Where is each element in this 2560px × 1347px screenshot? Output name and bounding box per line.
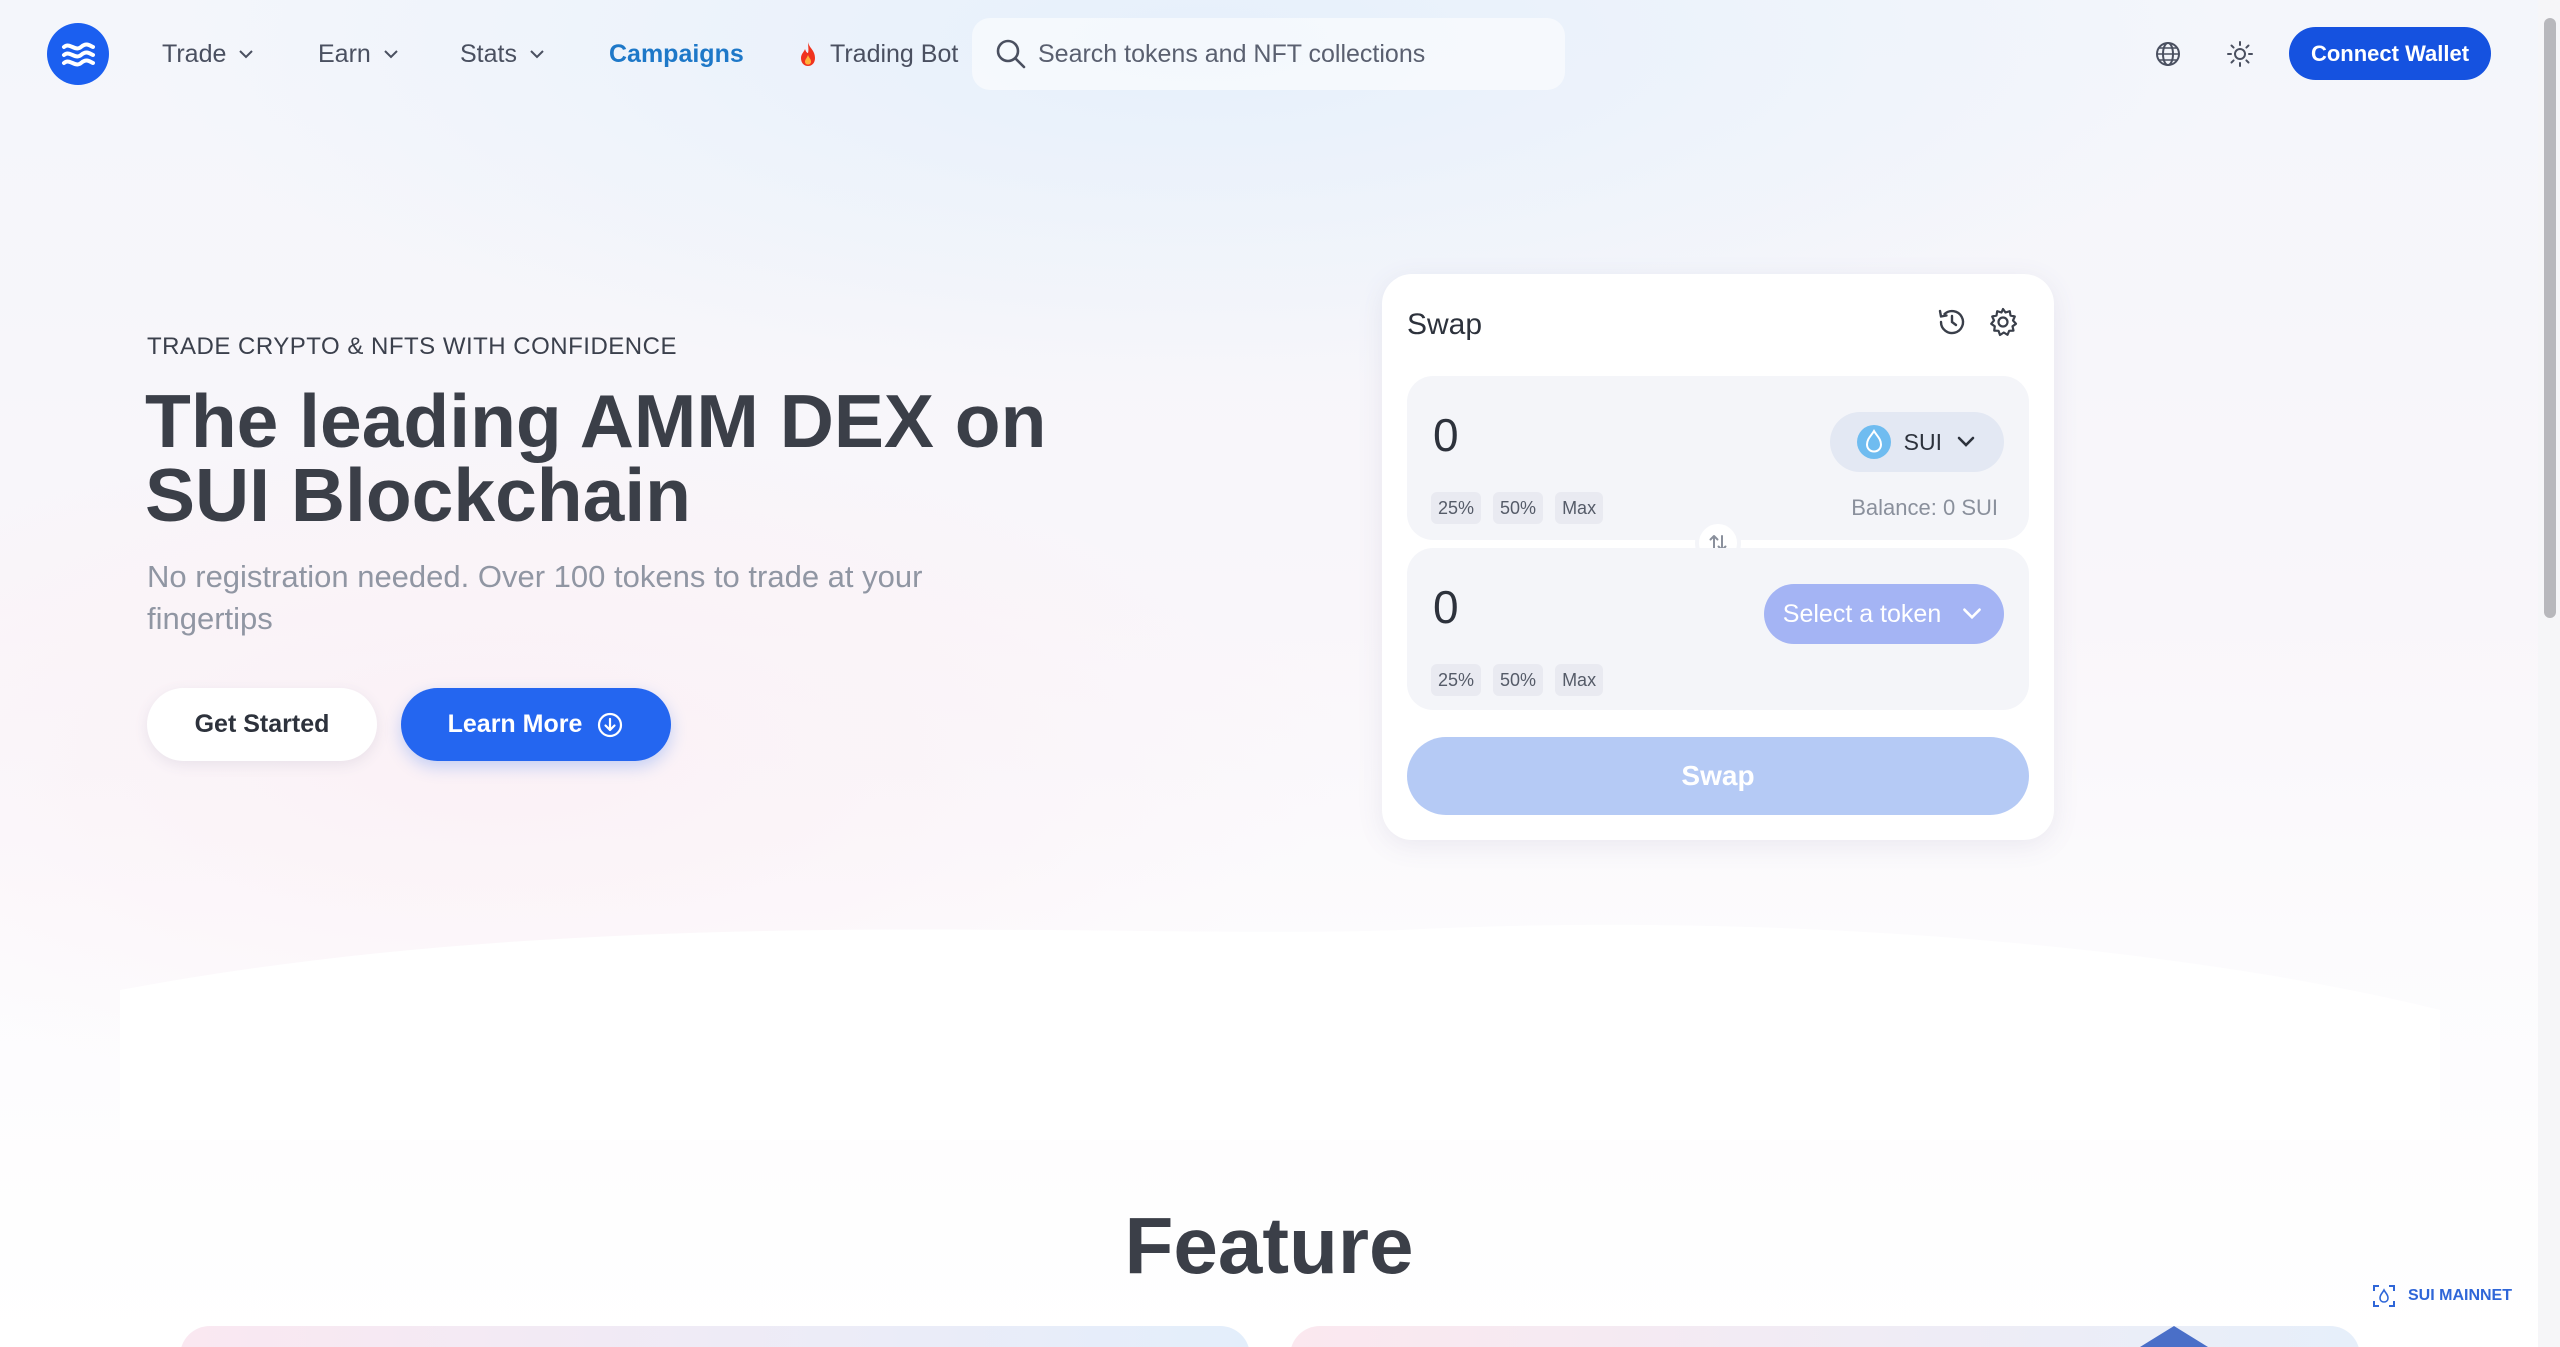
nav-trading-bot[interactable]: Trading Bot [796, 35, 958, 73]
sui-token-icon [1856, 425, 1891, 459]
swap-title: Swap [1407, 308, 1483, 341]
from-amount-input[interactable] [1433, 408, 1733, 462]
page-scrollbar[interactable] [2538, 0, 2560, 1347]
nav-trade[interactable]: Trade [162, 35, 256, 73]
language-button[interactable] [2150, 36, 2186, 72]
page-background [0, 0, 2560, 1347]
nav-campaigns[interactable]: Campaigns [609, 35, 744, 73]
nav-earn[interactable]: Earn [318, 35, 401, 73]
feature-card [180, 1326, 1250, 1347]
sun-icon [2227, 41, 2253, 67]
nav-trade-label: Trade [162, 39, 227, 68]
logo-icon[interactable] [47, 23, 109, 85]
swap-from-panel: SUI 25% 50% Max Balance: 0 SUI [1407, 376, 2029, 540]
from-pct-50-button[interactable]: 50% [1493, 492, 1544, 524]
arrow-down-circle-icon [598, 712, 623, 737]
swap-submit-button[interactable]: Swap [1407, 737, 2029, 815]
learn-more-button[interactable]: Learn More [401, 688, 671, 761]
globe-icon [2156, 42, 2180, 66]
to-percent-buttons: 25% 50% Max [1431, 664, 1604, 696]
history-button[interactable] [1934, 304, 1970, 340]
from-balance: Balance: 0 SUI [1851, 495, 1998, 520]
swap-card: Swap SUI 25% 50% Max Balance: 0 SU [1382, 274, 2054, 840]
from-token-selector[interactable]: SUI [1829, 412, 2004, 472]
gear-icon [1990, 307, 2018, 337]
hero-wave-decoration [120, 924, 2440, 1140]
chevron-down-icon [1957, 436, 1975, 447]
from-pct-25-button[interactable]: 25% [1431, 492, 1482, 524]
learn-more-label: Learn More [447, 710, 583, 738]
settings-button[interactable] [1985, 304, 2021, 340]
network-label: SUI MAINNET [2408, 1287, 2512, 1304]
hero-eyebrow: TRADE CRYPTO & NFTS WITH CONFIDENCE [147, 333, 677, 360]
scrollbar-thumb[interactable] [2544, 18, 2556, 618]
nav-campaigns-label: Campaigns [609, 39, 744, 68]
network-indicator[interactable]: SUI MAINNET [2370, 1282, 2512, 1310]
select-token-button[interactable]: Select a token [1764, 584, 2004, 644]
search-bar[interactable] [972, 18, 1565, 90]
nav-trading-bot-label: Trading Bot [830, 39, 959, 68]
top-navbar: Trade Earn Stats Campaigns Trading Bot S… [0, 0, 2538, 106]
network-icon [2373, 1285, 2395, 1307]
nav-earn-label: Earn [318, 39, 371, 68]
connect-wallet-button[interactable]: Connect Wallet [2289, 27, 2491, 80]
from-percent-buttons: 25% 50% Max [1431, 492, 1604, 524]
history-icon [1938, 309, 1965, 335]
select-token-label: Select a token [1782, 599, 1942, 628]
feature-cards-row [0, 1326, 2538, 1347]
to-max-button[interactable]: Max [1555, 664, 1604, 696]
swap-to-panel: Select a token 25% 50% Max [1407, 548, 2029, 710]
feature-heading: Feature [1124, 1201, 1414, 1290]
fire-icon [801, 42, 815, 66]
chevron-down-icon [530, 50, 544, 59]
from-max-button[interactable]: Max [1555, 492, 1604, 524]
chevron-down-icon [1963, 608, 1982, 620]
to-pct-25-button[interactable]: 25% [1431, 664, 1482, 696]
chevron-down-icon [384, 50, 398, 59]
nav-stats[interactable]: Stats [460, 35, 547, 73]
to-amount-input[interactable] [1433, 580, 1733, 634]
hero-headline: The leading AMM DEX on SUI Blockchain [145, 379, 1047, 537]
theme-toggle-button[interactable] [2222, 36, 2258, 72]
chevron-down-icon [239, 50, 254, 59]
feature-card-decoration [2140, 1326, 2208, 1347]
from-token-label: SUI [1903, 428, 1942, 455]
get-started-button[interactable]: Get Started [147, 688, 377, 761]
hero-subline: No registration needed. Over 100 tokens … [147, 559, 923, 636]
search-input[interactable] [1038, 39, 1538, 69]
search-icon [996, 39, 1026, 69]
to-pct-50-button[interactable]: 50% [1493, 664, 1544, 696]
nav-stats-label: Stats [460, 39, 517, 68]
